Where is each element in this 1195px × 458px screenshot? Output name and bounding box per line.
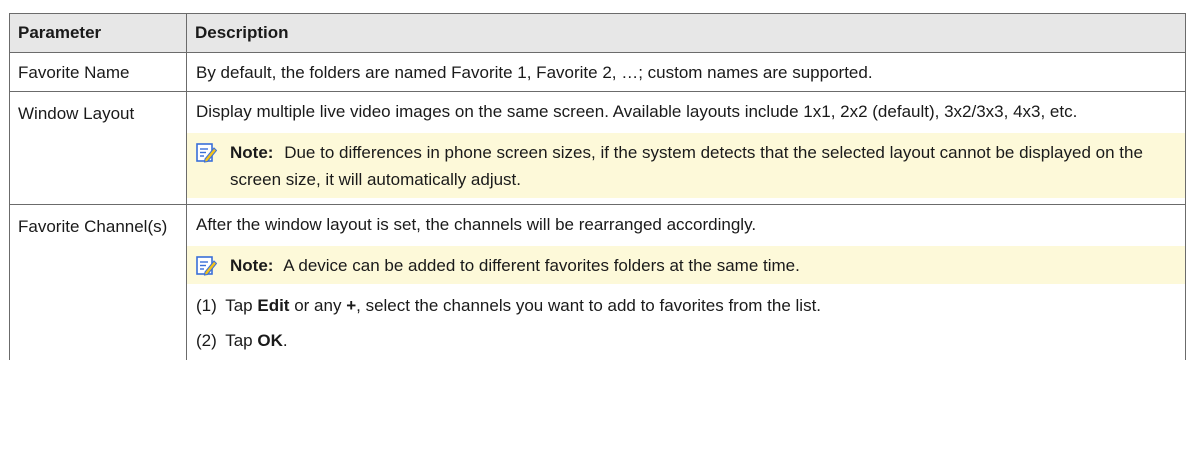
desc-window-layout-cell: Display multiple live video images on th…	[186, 91, 1186, 205]
step-text: .	[282, 331, 288, 350]
table-row: Favorite Name By default, the folders ar…	[9, 52, 1186, 92]
step-bold-plus: +	[346, 296, 357, 315]
table-row: Window Layout Display multiple live vide…	[9, 91, 1186, 205]
step-2: (2) Tap OK.	[196, 327, 1177, 354]
desc-favorite-channels: After the window layout is set, the chan…	[196, 215, 757, 234]
step-bold-edit: Edit	[257, 296, 290, 315]
step-1: (1) Tap Edit or any +, select the channe…	[196, 292, 1177, 319]
desc-favorite-channels-cell: After the window layout is set, the chan…	[186, 204, 1186, 360]
note-text: Due to differences in phone screen sizes…	[230, 143, 1143, 189]
note-body: Note: Due to differences in phone screen…	[230, 139, 1177, 193]
table-header-row: Parameter Description	[9, 13, 1186, 53]
step-text: or any	[294, 296, 342, 315]
step-number: (1)	[196, 296, 217, 315]
step-bold-ok: OK	[257, 331, 283, 350]
header-parameter: Parameter	[9, 13, 187, 53]
step-text: , select the channels you want to add to…	[356, 296, 822, 315]
step-text: Tap	[225, 296, 253, 315]
step-number: (2)	[196, 331, 217, 350]
step-text: Tap	[225, 331, 253, 350]
table-row: Favorite Channel(s) After the window lay…	[9, 204, 1186, 360]
note-pencil-icon	[196, 143, 217, 163]
param-window-layout: Window Layout	[9, 91, 187, 205]
note-label: Note:	[230, 256, 274, 275]
desc-favorite-name: By default, the folders are named Favori…	[186, 52, 1186, 92]
note-body: Note: A device can be added to different…	[230, 252, 1177, 279]
desc-window-layout: Display multiple live video images on th…	[196, 102, 1078, 121]
header-description: Description	[186, 13, 1186, 53]
note-label: Note:	[230, 143, 274, 162]
param-favorite-name: Favorite Name	[9, 52, 187, 92]
note-pencil-icon	[196, 256, 217, 276]
parameter-table: Parameter Description Favorite Name By d…	[9, 13, 1186, 360]
note-box: Note: Due to differences in phone screen…	[187, 133, 1185, 198]
param-favorite-channels: Favorite Channel(s)	[9, 204, 187, 360]
note-box: Note: A device can be added to different…	[187, 246, 1185, 284]
note-text: A device can be added to different favor…	[283, 256, 800, 275]
